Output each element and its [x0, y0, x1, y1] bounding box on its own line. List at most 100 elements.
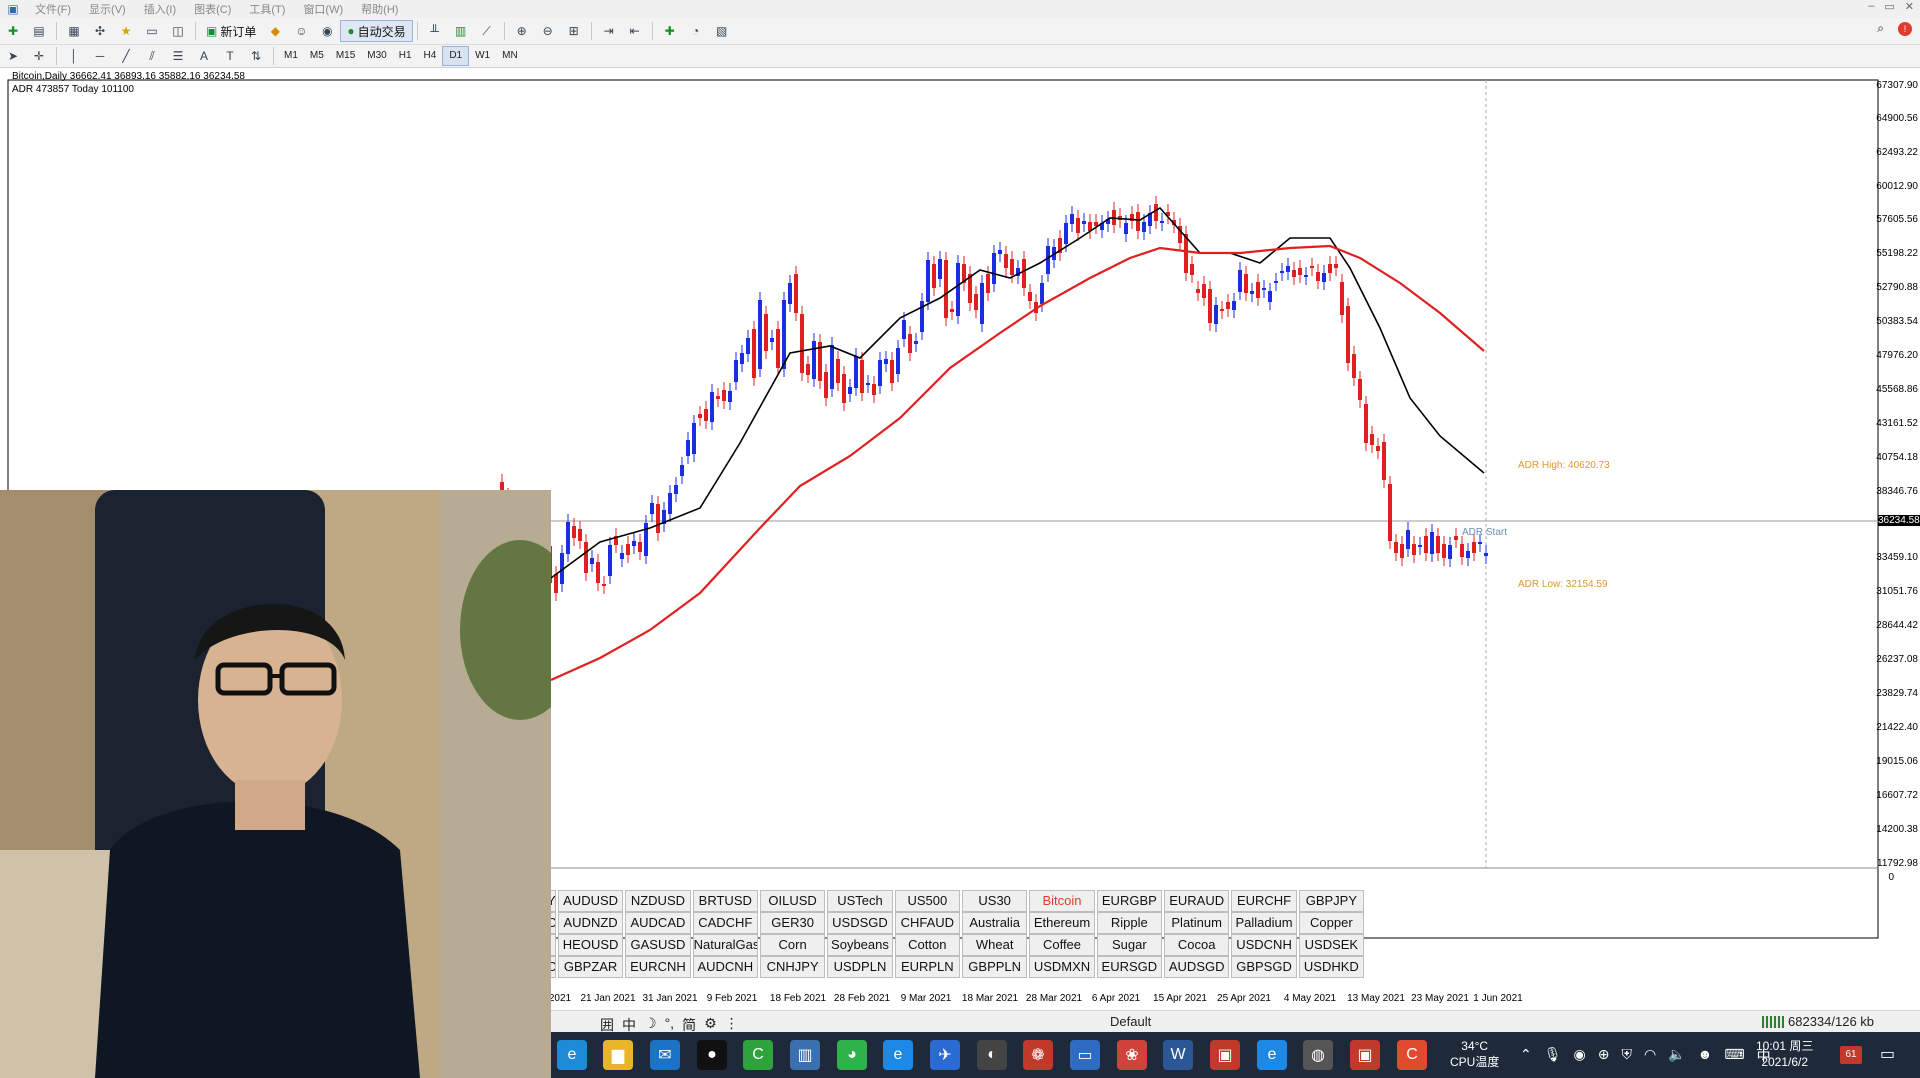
symbol-button[interactable]: NZDUSD: [625, 890, 691, 912]
symbol-button[interactable]: GBPZAR: [557, 956, 624, 978]
periods-icon[interactable]: ◔: [685, 21, 707, 41]
symbol-button[interactable]: Ethereum: [1029, 912, 1095, 934]
symbol-button[interactable]: USDHKD: [1298, 956, 1365, 978]
close-icon[interactable]: ✕: [1905, 0, 1914, 13]
menu-file[interactable]: 文件(F): [26, 1, 80, 17]
trendline-icon[interactable]: ╱: [115, 46, 137, 66]
tray-chevron-icon[interactable]: ⌃: [1520, 1046, 1532, 1066]
symbol-button[interactable]: AUDCAD: [625, 912, 691, 934]
data-window-icon[interactable]: ✣: [89, 21, 111, 41]
panda-app-icon[interactable]: ◐: [977, 1040, 1007, 1070]
arrows-icon[interactable]: ⇅: [245, 46, 267, 66]
timeframe-m1[interactable]: M1: [278, 47, 304, 65]
symbol-button[interactable]: Bitcoin: [1029, 890, 1095, 912]
symbol-button[interactable]: Palladium: [1231, 912, 1297, 934]
restore-icon[interactable]: ▭: [1884, 0, 1894, 13]
symbol-button[interactable]: GBPSGD: [1231, 956, 1297, 978]
text-icon[interactable]: A: [193, 46, 215, 66]
symbol-button[interactable]: Sugar: [1096, 934, 1163, 956]
symbol-button[interactable]: Corn: [759, 934, 826, 956]
symbol-button[interactable]: Cotton: [894, 934, 960, 956]
action-center-icon[interactable]: ▭: [1880, 1044, 1895, 1064]
feishu-icon[interactable]: ✈: [930, 1040, 960, 1070]
new-order-button[interactable]: ▣ 新订单: [200, 21, 262, 41]
symbol-button[interactable]: USDPLN: [827, 956, 893, 978]
hot-app-icon[interactable]: ▣: [1210, 1040, 1240, 1070]
bar-chart-icon[interactable]: ╨: [424, 21, 446, 41]
menu-insert[interactable]: 插入(I): [135, 1, 185, 17]
alert-icon[interactable]: !: [1898, 21, 1912, 36]
notification-count-badge[interactable]: 61: [1840, 1046, 1862, 1064]
symbol-button[interactable]: US500: [894, 890, 960, 912]
window-icon[interactable]: ▭: [1070, 1040, 1100, 1070]
symbol-button[interactable]: AUDUSD: [557, 890, 624, 912]
ie-icon[interactable]: e: [883, 1040, 913, 1070]
timeframe-m5[interactable]: M5: [304, 47, 330, 65]
text-label-icon[interactable]: T: [219, 46, 241, 66]
new-chart-icon[interactable]: ✚: [2, 21, 24, 41]
symbol-button[interactable]: EURCNH: [625, 956, 691, 978]
menu-window[interactable]: 窗口(W): [294, 1, 352, 17]
symbol-button[interactable]: EURGBP: [1096, 890, 1163, 912]
symbol-button[interactable]: Cocoa: [1164, 934, 1230, 956]
symbol-button[interactable]: Platinum: [1164, 912, 1230, 934]
navigator-icon[interactable]: ★: [115, 21, 137, 41]
line-chart-icon[interactable]: ⟋: [476, 21, 498, 41]
symbol-button[interactable]: AUDCNH: [692, 956, 758, 978]
symbol-button[interactable]: BRTUSD: [692, 890, 758, 912]
menu-chart[interactable]: 图表(C): [185, 1, 240, 17]
symbol-button[interactable]: Ripple: [1096, 912, 1163, 934]
symbol-button[interactable]: EURPLN: [894, 956, 960, 978]
symbol-button[interactable]: NaturalGas: [692, 934, 758, 956]
symbol-button[interactable]: GBPJPY: [1298, 890, 1365, 912]
hot-app2-icon[interactable]: ▣: [1350, 1040, 1380, 1070]
menu-view[interactable]: 显示(V): [80, 1, 135, 17]
tray-network-icon[interactable]: ⊕: [1598, 1046, 1610, 1066]
symbol-button[interactable]: USDCNH: [1231, 934, 1297, 956]
tray-volume-icon[interactable]: 🔈: [1668, 1046, 1685, 1066]
symbol-button[interactable]: Australia: [961, 912, 1028, 934]
tray-shield-icon[interactable]: ⛨: [1621, 1046, 1632, 1066]
symbol-button[interactable]: Soybeans: [827, 934, 893, 956]
symbol-button[interactable]: Copper: [1298, 912, 1365, 934]
globe-app-icon[interactable]: ◍: [1303, 1040, 1333, 1070]
tray-keyboard-icon[interactable]: ⌨: [1724, 1046, 1744, 1066]
c-app-icon[interactable]: C: [1397, 1040, 1427, 1070]
tile-windows-icon[interactable]: ⊞: [563, 21, 585, 41]
symbol-button[interactable]: CADCHF: [692, 912, 758, 934]
indicators-icon[interactable]: ✚: [659, 21, 681, 41]
community-icon[interactable]: ☺: [290, 21, 312, 41]
green-app-icon[interactable]: C: [743, 1040, 773, 1070]
channel-icon[interactable]: ⫽: [141, 46, 163, 66]
symbol-button[interactable]: OILUSD: [759, 890, 826, 912]
symbol-button[interactable]: CHFAUD: [894, 912, 960, 934]
ie2-icon[interactable]: e: [1257, 1040, 1287, 1070]
symbol-button[interactable]: Wheat: [961, 934, 1028, 956]
templates-icon[interactable]: ▧: [711, 21, 733, 41]
symbol-button[interactable]: GER30: [759, 912, 826, 934]
edge-icon[interactable]: e: [557, 1040, 587, 1070]
symbol-button[interactable]: GBPPLN: [961, 956, 1028, 978]
symbol-button[interactable]: USDMXN: [1029, 956, 1095, 978]
mail-icon[interactable]: ✉: [650, 1040, 680, 1070]
tray-wifi-icon[interactable]: ◠: [1644, 1046, 1656, 1066]
symbol-button[interactable]: GASUSD: [625, 934, 691, 956]
symbol-button[interactable]: AUDSGD: [1164, 956, 1230, 978]
zoom-out-icon[interactable]: ⊖: [537, 21, 559, 41]
minimize-icon[interactable]: –: [1868, 0, 1874, 13]
tray-user-icon[interactable]: ☻: [1698, 1046, 1713, 1066]
strategy-tester-icon[interactable]: ◫: [167, 21, 189, 41]
symbol-button[interactable]: USDSGD: [827, 912, 893, 934]
crosshair-icon[interactable]: ✛: [28, 46, 50, 66]
timeframe-d1[interactable]: D1: [442, 46, 470, 66]
symbol-button[interactable]: USDSEK: [1298, 934, 1365, 956]
qq-icon[interactable]: ●: [697, 1040, 727, 1070]
symbol-button[interactable]: USTech: [827, 890, 893, 912]
clock[interactable]: 10:01 周三 2021/6/2: [1756, 1038, 1813, 1070]
fibonacci-icon[interactable]: ☰: [167, 46, 189, 66]
timeframe-m30[interactable]: M30: [361, 47, 392, 65]
symbol-button[interactable]: Coffee: [1029, 934, 1095, 956]
timeframe-h1[interactable]: H1: [393, 47, 418, 65]
cursor-icon[interactable]: ➤: [2, 46, 24, 66]
word-icon[interactable]: W: [1163, 1040, 1193, 1070]
